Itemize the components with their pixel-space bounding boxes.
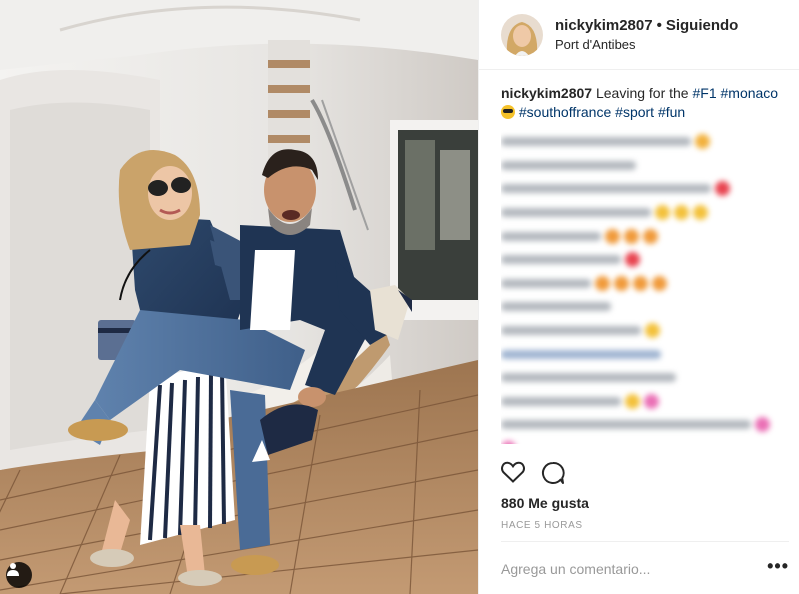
blurred-comment xyxy=(501,224,791,248)
hashtag-f1[interactable]: #F1 xyxy=(692,85,716,101)
divider xyxy=(501,541,789,542)
yacht-photo xyxy=(0,0,478,594)
comment-icon[interactable] xyxy=(541,461,565,485)
sunglasses-emoji-icon xyxy=(501,105,515,119)
instagram-post: nickykim2807 • Siguiendo Port d'Antibes ni… xyxy=(0,0,799,594)
blurred-comment xyxy=(501,366,791,390)
blurred-comment xyxy=(501,295,791,319)
blurred-comment xyxy=(501,319,791,343)
header-username[interactable]: nickykim2807 xyxy=(555,17,653,34)
caption-username[interactable]: nickykim2807 xyxy=(501,85,592,101)
location-link[interactable]: Port d'Antibes xyxy=(555,37,738,52)
header-row: nickykim2807 • Siguiendo xyxy=(555,17,738,34)
header-separator: • xyxy=(656,17,662,34)
blurred-comments xyxy=(501,130,791,444)
blurred-comment xyxy=(501,390,791,414)
post-actions xyxy=(501,461,565,485)
post-timestamp: HACE 5 HORAS xyxy=(501,520,583,531)
hashtag-monaco[interactable]: #monaco xyxy=(721,85,779,101)
avatar[interactable] xyxy=(501,13,543,56)
blurred-comment xyxy=(501,154,791,178)
user-tag-icon[interactable] xyxy=(6,562,32,588)
post-details-panel: nickykim2807 • Siguiendo Port d'Antibes ni… xyxy=(478,0,799,594)
caption-text: Leaving for the xyxy=(595,85,689,101)
comment-input[interactable]: Agrega un comentario... xyxy=(501,561,650,577)
avatar-image xyxy=(501,13,543,56)
blurred-comment xyxy=(501,201,791,225)
comments-section: nickykim2807 Leaving for the #F1 #monaco… xyxy=(501,84,791,444)
hashtag-southoffrance[interactable]: #southoffrance xyxy=(519,104,611,120)
user-silhouette-icon xyxy=(7,563,19,576)
blurred-comment xyxy=(501,177,791,201)
post-header: nickykim2807 • Siguiendo Port d'Antibes xyxy=(479,0,799,70)
hashtag-fun[interactable]: #fun xyxy=(658,104,685,120)
post-caption: nickykim2807 Leaving for the #F1 #monaco… xyxy=(501,84,791,122)
blurred-comment xyxy=(501,413,791,437)
blurred-comment xyxy=(501,130,791,154)
heart-icon[interactable] xyxy=(501,461,525,483)
likes-count[interactable]: 880 Me gusta xyxy=(501,495,589,511)
more-options-button[interactable]: ••• xyxy=(767,557,789,575)
header-text: nickykim2807 • Siguiendo Port d'Antibes xyxy=(555,17,738,52)
post-photo[interactable] xyxy=(0,0,478,594)
blurred-comment xyxy=(501,437,791,444)
hashtag-sport[interactable]: #sport xyxy=(615,104,654,120)
blurred-comment xyxy=(501,248,791,272)
follow-status-button[interactable]: Siguiendo xyxy=(666,17,739,34)
blurred-comment xyxy=(501,342,791,366)
blurred-comment xyxy=(501,272,791,296)
